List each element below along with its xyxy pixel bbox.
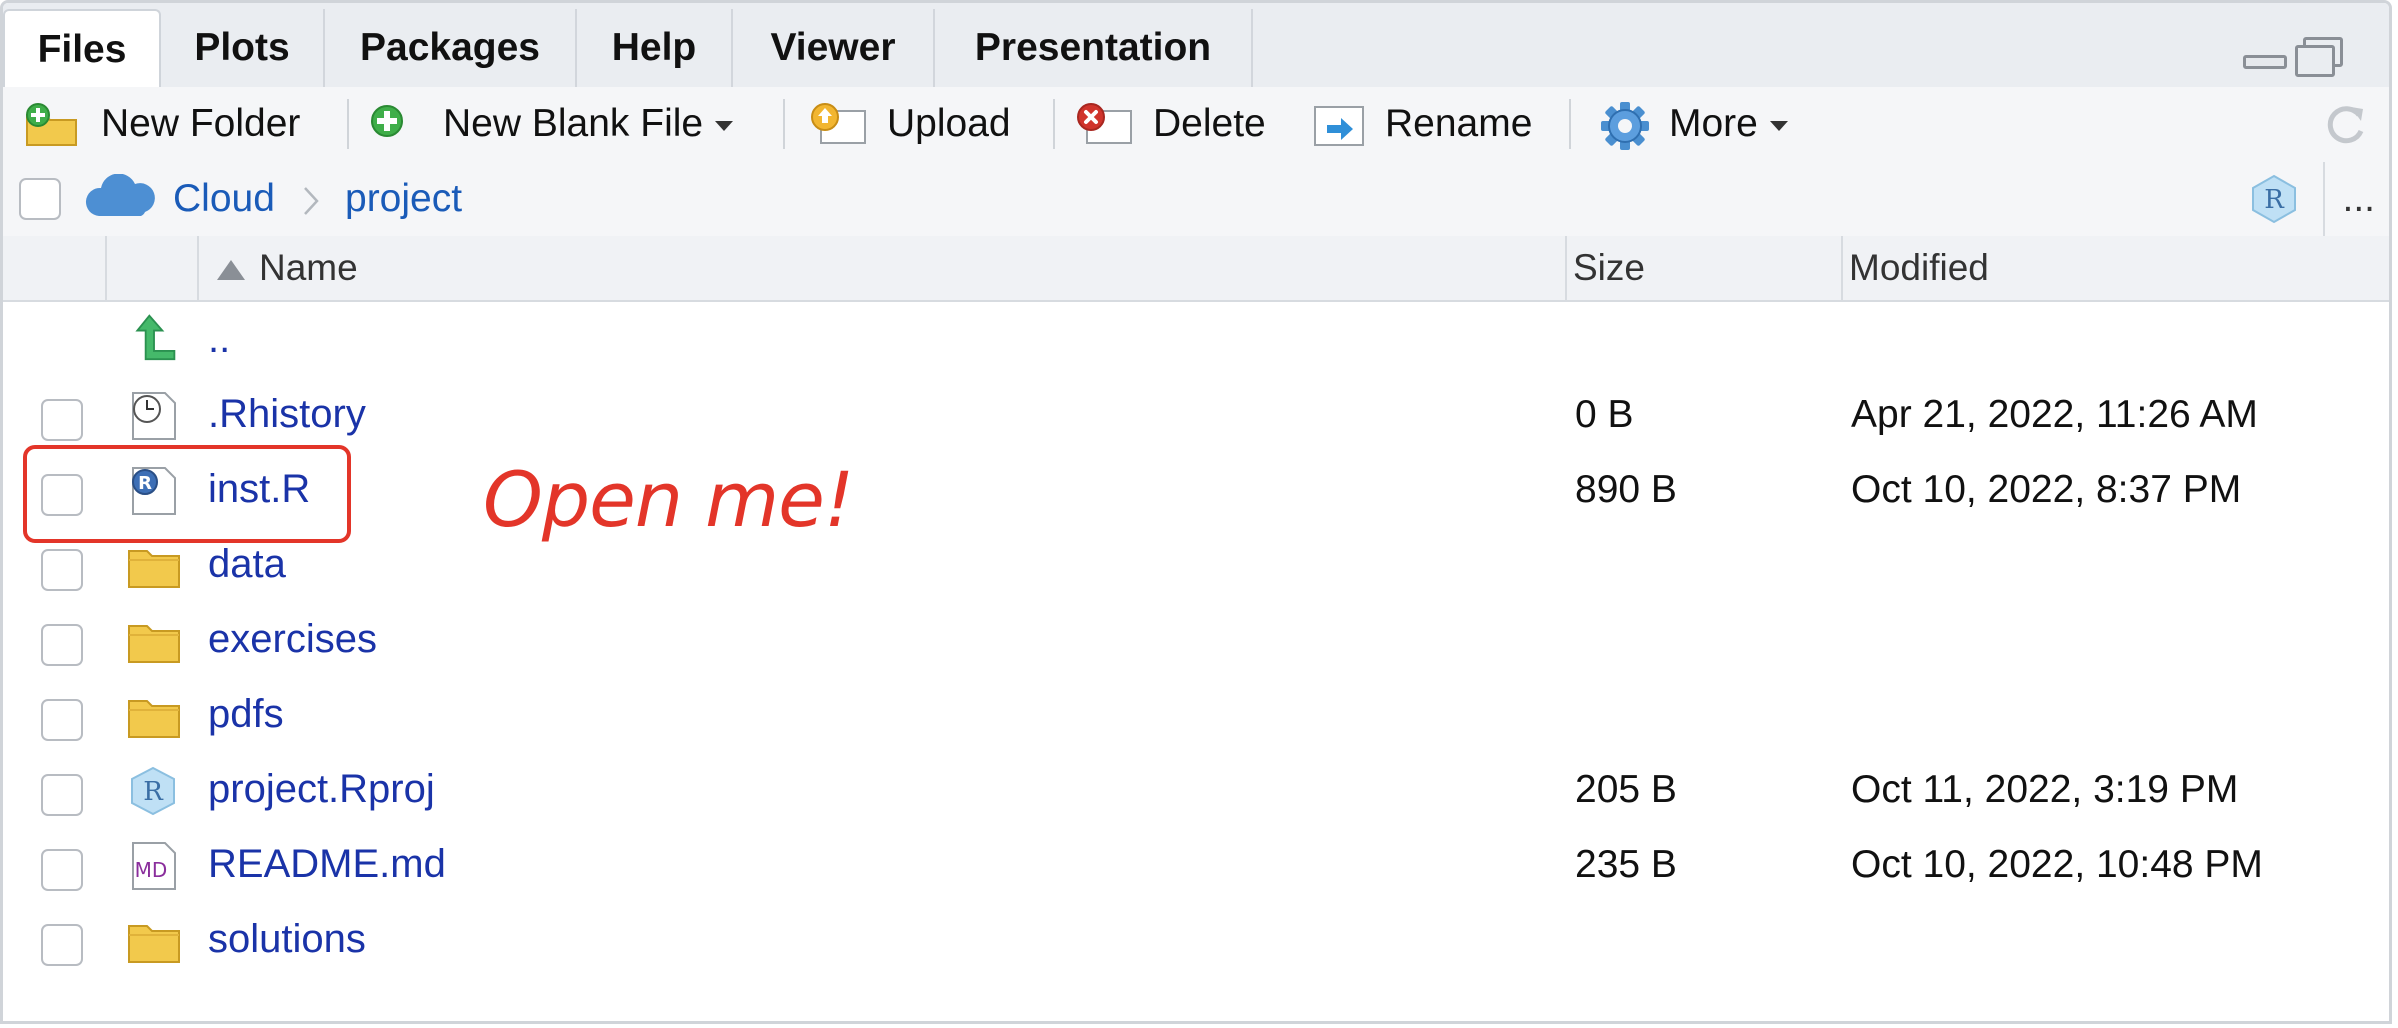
folder-link[interactable]: exercises	[208, 602, 377, 677]
tab-bar: Files Plots Packages Help Viewer Present…	[3, 3, 2389, 89]
file-link[interactable]: .Rhistory	[208, 377, 366, 452]
file-size: 205 B	[1575, 768, 1677, 811]
tab-packages[interactable]: Packages	[325, 9, 577, 87]
history-file-icon	[132, 392, 176, 440]
file-modified: Oct 11, 2022, 3:19 PM	[1851, 768, 2239, 811]
row-checkbox[interactable]	[41, 549, 83, 591]
file-row: data	[3, 527, 2389, 602]
row-checkbox[interactable]	[41, 849, 83, 891]
markdown-file-icon: MD	[132, 842, 176, 890]
file-link[interactable]: project.Rproj	[208, 752, 435, 827]
tab-presentation[interactable]: Presentation	[935, 9, 1253, 87]
column-header-name[interactable]: Name	[215, 236, 358, 300]
toolbar: New Folder New Blank File Upload Delete …	[3, 87, 2389, 164]
row-checkbox[interactable]	[41, 624, 83, 666]
new-folder-icon	[26, 103, 77, 146]
file-row: R inst.R 890 B Oct 10, 2022, 8:37 PM	[3, 452, 2389, 527]
upload-button[interactable]: Upload	[809, 95, 1011, 153]
new-folder-button[interactable]: New Folder	[23, 95, 300, 153]
folder-icon	[128, 925, 180, 963]
file-size: 890 B	[1575, 468, 1677, 511]
window-controls	[2243, 37, 2363, 77]
tab-plots[interactable]: Plots	[161, 9, 325, 87]
highlight-box	[23, 445, 351, 543]
sort-ascending-icon	[217, 260, 245, 281]
minimize-icon[interactable]	[2243, 55, 2287, 69]
breadcrumb-project[interactable]: project	[345, 174, 462, 224]
new-blank-file-button[interactable]: New Blank File	[369, 95, 734, 153]
upload-icon	[811, 103, 866, 144]
rename-icon	[1314, 106, 1364, 146]
row-checkbox[interactable]	[41, 774, 83, 816]
column-header-modified[interactable]: Modified	[1849, 236, 1989, 300]
more-button[interactable]: More	[1599, 95, 1788, 153]
breadcrumb-cloud[interactable]: Cloud	[173, 174, 275, 224]
delete-icon	[1077, 103, 1132, 144]
chevron-right-icon	[304, 187, 319, 215]
column-header-size[interactable]: Size	[1573, 236, 1645, 300]
tab-help[interactable]: Help	[577, 9, 733, 87]
folder-link[interactable]: solutions	[208, 902, 366, 977]
select-all-checkbox[interactable]	[19, 178, 61, 220]
parent-directory-row[interactable]: ..	[3, 302, 2389, 377]
breadcrumb: Cloud project R ...	[3, 162, 2389, 238]
file-modified: Oct 10, 2022, 10:48 PM	[1851, 843, 2263, 886]
row-checkbox[interactable]	[41, 699, 83, 741]
file-size: 235 B	[1575, 843, 1677, 886]
parent-directory-link[interactable]: ..	[208, 302, 230, 377]
row-checkbox[interactable]	[41, 924, 83, 966]
svg-text:R: R	[143, 777, 164, 807]
file-row: MD README.md 235 B Oct 10, 2022, 10:48 P…	[3, 827, 2389, 902]
svg-text:R: R	[2264, 185, 2285, 215]
folder-link[interactable]: pdfs	[208, 677, 284, 752]
tab-viewer[interactable]: Viewer	[733, 9, 935, 87]
file-row: exercises	[3, 602, 2389, 677]
rproj-icon[interactable]: R	[2249, 174, 2299, 224]
table-header: Name Size Modified	[3, 236, 2389, 302]
delete-button[interactable]: Delete	[1075, 95, 1266, 153]
file-modified: Oct 10, 2022, 8:37 PM	[1851, 468, 2242, 511]
file-size: 0 B	[1575, 393, 1634, 436]
folder-icon	[128, 550, 180, 588]
gear-icon	[1601, 102, 1649, 150]
file-row: pdfs	[3, 677, 2389, 752]
file-row: R project.Rproj 205 B Oct 11, 2022, 3:19…	[3, 752, 2389, 827]
files-pane: Files Plots Packages Help Viewer Present…	[0, 0, 2392, 1024]
annotation-text: Open me!	[483, 455, 854, 544]
refresh-icon[interactable]	[2321, 101, 2371, 151]
chevron-down-icon	[1769, 120, 1788, 131]
file-modified: Apr 21, 2022, 11:26 AM	[1851, 393, 2258, 436]
folder-icon	[128, 625, 180, 663]
file-row: solutions	[3, 902, 2389, 977]
parent-folder-icon	[135, 314, 176, 361]
maximize-icon[interactable]	[2295, 45, 2335, 77]
add-file-icon	[371, 105, 403, 137]
rproj-icon: R	[131, 766, 175, 816]
chevron-down-icon	[715, 120, 734, 131]
svg-text:MD: MD	[135, 858, 168, 882]
rename-button[interactable]: Rename	[1313, 95, 1532, 153]
file-link[interactable]: README.md	[208, 827, 446, 902]
folder-icon	[128, 700, 180, 738]
cloud-icon[interactable]	[83, 174, 159, 220]
file-row: .Rhistory 0 B Apr 21, 2022, 11:26 AM	[3, 377, 2389, 452]
tab-files[interactable]: Files	[3, 9, 161, 89]
row-checkbox[interactable]	[41, 399, 83, 441]
more-path-button[interactable]: ...	[2342, 174, 2375, 224]
